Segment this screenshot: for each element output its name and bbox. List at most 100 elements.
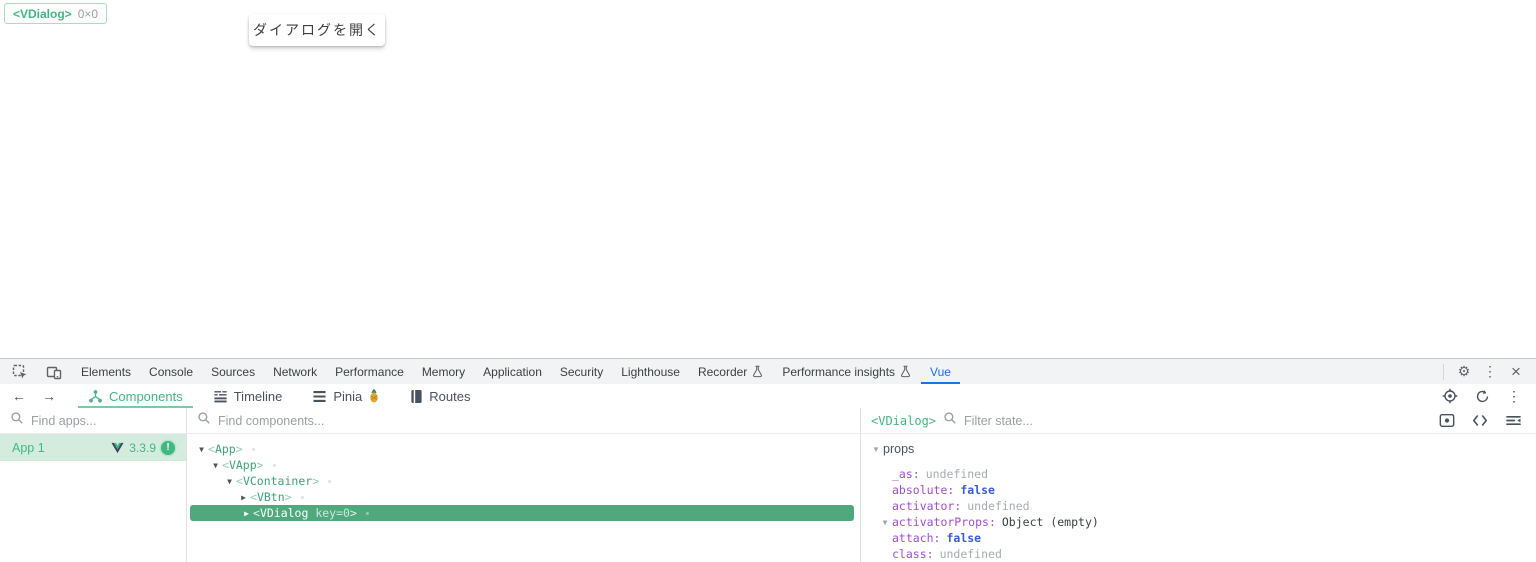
prop-row-activator[interactable]: activator: undefined (861, 498, 1536, 514)
badge-size-text: 0×0 (77, 6, 99, 21)
close-devtools-icon[interactable]: × (1504, 361, 1528, 383)
prop-value: Object (empty) (1001, 515, 1099, 529)
render-indicator-dot (251, 447, 255, 451)
prop-value: false (960, 483, 995, 497)
vue-logo-icon (111, 442, 124, 454)
tab-label: Sources (211, 364, 256, 379)
render-indicator-dot (272, 463, 276, 467)
prop-row--as[interactable]: _as: undefined (861, 466, 1536, 482)
prop-key: activator (892, 499, 955, 513)
prop-colon: : (954, 499, 962, 513)
tree-row-vcontainer[interactable]: ▼ <VContainer> (187, 473, 860, 489)
state-section-props[interactable]: ▼ props (861, 440, 1536, 458)
devtools-tab-bar: Elements Console Sources Network Performance… (0, 359, 1536, 384)
devtools-tab-application[interactable]: Application (474, 359, 551, 384)
toggle-expanded-icon[interactable]: ▼ (195, 445, 208, 454)
inspect-dom-icon[interactable] (1472, 414, 1488, 427)
search-icon (10, 411, 24, 430)
component-tag: <VContainer> (236, 474, 320, 488)
prop-colon: : (926, 547, 934, 561)
open-dialog-button[interactable]: ダイアログを開く (249, 14, 385, 46)
tab-label: Performance insights (782, 364, 896, 379)
history-back-icon[interactable]: ← (12, 388, 26, 404)
toggle-expanded-icon[interactable]: ▼ (869, 445, 883, 454)
vue-tab-pinia[interactable]: Pinia (302, 384, 390, 408)
devtools-tab-performance[interactable]: Performance (326, 359, 413, 384)
find-components-input[interactable] (218, 413, 850, 428)
devtools-tab-performance-insights[interactable]: Performance insights (773, 359, 921, 384)
devtools-tab-console[interactable]: Console (140, 359, 202, 384)
vue-tab-components[interactable]: Components (78, 384, 193, 408)
tree-row-vbtn[interactable]: ▶ <VBtn> (187, 489, 860, 505)
panel-content: App 1 3.3.9! ▼ <App> ▼ <VApp> ▼ <VContainer> ▶ <… (0, 434, 1536, 562)
prop-value: undefined (967, 499, 1030, 513)
devtools-tab-security[interactable]: Security (551, 359, 612, 384)
devtools-tab-lighthouse[interactable]: Lighthouse (612, 359, 689, 384)
vdialog-size-badge: <VDialog> 0×0 (4, 3, 108, 24)
prop-value: undefined (939, 547, 1002, 561)
pineapple-icon (368, 389, 380, 403)
prop-row-absolute[interactable]: absolute: false (861, 482, 1536, 498)
settings-gear-icon[interactable]: ⚙ (1452, 361, 1476, 383)
toggle-collapsed-icon[interactable]: ▶ (237, 493, 250, 502)
search-icon (943, 411, 957, 430)
devtools-tab-recorder[interactable]: Recorder (689, 359, 773, 384)
vue-more-options-icon[interactable]: ⋮ (1502, 385, 1526, 407)
vue-toolbar: ← → Components Timeline Pinia Routes ⋮ (0, 384, 1536, 408)
select-component-target-icon[interactable] (1438, 385, 1462, 407)
history-forward-icon[interactable]: → (42, 388, 56, 404)
devtools-tab-vue[interactable]: Vue (921, 359, 960, 384)
vue-tab-timeline[interactable]: Timeline (203, 384, 293, 408)
prop-key: class (892, 547, 927, 561)
tab-label: Security (559, 364, 604, 379)
prop-row-attach[interactable]: attach: false (861, 530, 1536, 546)
tab-label: Memory (421, 364, 466, 379)
toggle-collapsed-icon[interactable]: ▶ (240, 509, 253, 518)
component-tag: <VApp> (222, 458, 264, 472)
tab-label: Application (483, 364, 542, 379)
toggle-expanded-icon[interactable]: ▼ (223, 477, 236, 486)
render-indicator-dot (328, 479, 332, 483)
devtools-tab-elements[interactable]: Elements (72, 359, 140, 384)
prop-row-activatorprops[interactable]: ▼ activatorProps: Object (empty) (861, 514, 1536, 530)
devtools-tab-sources[interactable]: Sources (202, 359, 264, 384)
tab-label: Timeline (233, 388, 283, 404)
inspect-element-icon[interactable] (8, 361, 32, 383)
refresh-icon[interactable] (1470, 385, 1494, 407)
app-list-item[interactable]: App 1 3.3.9! (0, 434, 186, 461)
search-icon (197, 411, 211, 430)
component-tag: <VBtn> (250, 490, 292, 504)
filter-state-input[interactable] (964, 413, 1432, 428)
find-apps-input[interactable] (31, 413, 176, 428)
prop-key: attach (892, 531, 934, 545)
badge-component-tag: <VDialog> (13, 6, 72, 21)
prop-row-class[interactable]: class: undefined (861, 546, 1536, 562)
more-options-icon[interactable]: ⋮ (1478, 361, 1502, 383)
vue-tab-routes[interactable]: Routes (400, 384, 480, 408)
device-toolbar-icon[interactable] (42, 361, 66, 383)
render-indicator-dot (300, 495, 304, 499)
app-name: App 1 (12, 440, 45, 455)
tree-row-app[interactable]: ▼ <App> (187, 441, 860, 457)
prop-colon: : (933, 531, 941, 545)
scroll-to-component-icon[interactable] (1439, 413, 1455, 428)
plugin-badge-icon: ! (161, 440, 175, 455)
component-tree: ▼ <App> ▼ <VApp> ▼ <VContainer> ▶ <VBtn> ▶ <VDial… (187, 434, 861, 562)
toggle-expanded-icon[interactable]: ▼ (209, 461, 222, 470)
tab-label: Network (273, 364, 318, 379)
component-tag: <App> (208, 442, 243, 456)
render-indicator-dot (365, 511, 369, 515)
toggle-expanded-icon[interactable]: ▼ (878, 518, 892, 527)
tab-label: Lighthouse (621, 364, 680, 379)
experiment-flask-icon (899, 365, 912, 378)
experiment-flask-icon (751, 365, 764, 378)
collapse-panel-icon[interactable] (1505, 414, 1522, 427)
devtools-tab-network[interactable]: Network (264, 359, 326, 384)
tree-row-vdialog[interactable]: ▶ <VDialog key=0> (190, 505, 854, 521)
tree-row-vapp[interactable]: ▼ <VApp> (187, 457, 860, 473)
components-icon (88, 389, 103, 404)
prop-value: false (946, 531, 982, 545)
prop-key: absolute (892, 483, 948, 497)
panel-headers: <VDialog> (0, 408, 1536, 434)
devtools-tab-memory[interactable]: Memory (413, 359, 474, 384)
